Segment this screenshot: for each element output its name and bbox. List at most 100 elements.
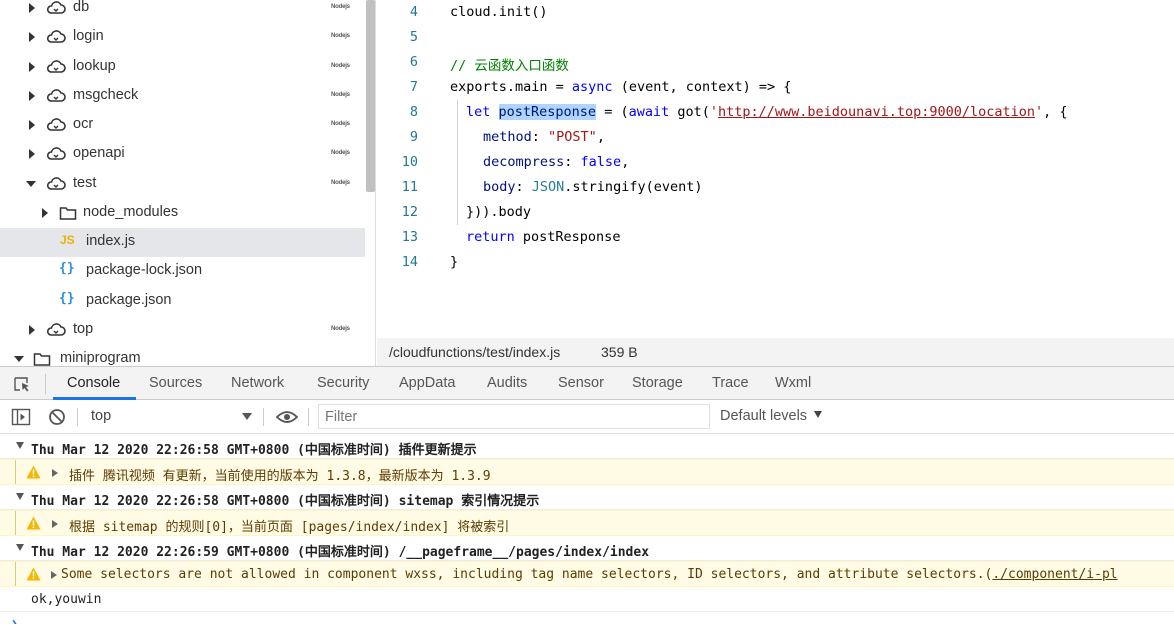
chevron-down-icon[interactable] <box>14 356 24 362</box>
group-title: Thu Mar 12 2020 22:26:58 GMT+0800 (中国标准时… <box>31 494 540 509</box>
console-group-header[interactable]: Thu Mar 12 2020 22:26:58 GMT+0800 (中国标准时… <box>0 485 1174 510</box>
console-group-header[interactable]: Thu Mar 12 2020 22:26:59 GMT+0800 (中国标准时… <box>0 536 1174 561</box>
console-messages: Thu Mar 12 2020 22:26:58 GMT+0800 (中国标准时… <box>0 434 1174 624</box>
expand-triangle-icon[interactable] <box>16 442 24 449</box>
tab-console[interactable]: Console <box>67 375 120 391</box>
tree-item-db[interactable]: db Nodejs <box>0 0 365 23</box>
code-line: 12 })).body <box>377 200 1174 225</box>
chevron-right-icon[interactable] <box>29 91 35 101</box>
file-tree: db Nodejs login Nodejs lookup Nodejs msg… <box>0 0 376 366</box>
console-warning[interactable]: Some selectors are not allowed in compon… <box>0 561 1174 587</box>
nodejs-badge: Nodejs <box>331 33 350 39</box>
tab-storage[interactable]: Storage <box>632 375 683 391</box>
group-title: Thu Mar 12 2020 22:26:58 GMT+0800 (中国标准时… <box>31 443 477 458</box>
tree-item-top[interactable]: top Nodejs <box>0 316 365 345</box>
chevron-down-icon[interactable] <box>26 181 36 187</box>
nodejs-badge: Nodejs <box>331 4 350 10</box>
expand-triangle-icon[interactable] <box>16 493 24 500</box>
console-warning[interactable]: 根据 sitemap 的规则[0]，当前页面 [pages/index/inde… <box>0 510 1174 536</box>
tree-item-label: test <box>73 175 97 191</box>
context-selector[interactable]: top <box>91 408 111 424</box>
sidebar-toggle-icon[interactable] <box>11 408 31 426</box>
tree-item-index-js[interactable]: JS index.js <box>0 228 365 257</box>
tab-security[interactable]: Security <box>317 375 369 391</box>
group-indent-bar <box>15 460 16 484</box>
chevron-right-icon[interactable] <box>29 32 35 42</box>
editor-status-bar: /cloudfunctions/test/index.js 359 B <box>377 338 1174 366</box>
code-text: method: "POST", <box>483 129 605 145</box>
code-line: 10 decompress: false, <box>377 150 1174 175</box>
cloud-folder-icon <box>46 323 66 336</box>
tab-sources[interactable]: Sources <box>149 375 202 391</box>
tree-item-node-modules[interactable]: node_modules <box>0 199 365 228</box>
chevron-right-icon[interactable] <box>29 62 35 72</box>
code-line: 14 } <box>377 250 1174 275</box>
log-levels-dropdown[interactable]: Default levels <box>720 408 807 424</box>
toolbar-separator <box>308 408 309 426</box>
tree-item-package-lock-json[interactable]: {} package-lock.json <box>0 257 365 286</box>
inspect-element-icon[interactable] <box>13 376 31 392</box>
caret-down-icon[interactable] <box>242 413 252 420</box>
expand-triangle-icon[interactable] <box>52 520 58 528</box>
line-number: 11 <box>401 179 418 195</box>
expand-triangle-icon[interactable] <box>51 571 57 579</box>
folder-icon <box>59 207 77 220</box>
tab-appdata[interactable]: AppData <box>399 375 455 391</box>
tree-scrollbar[interactable] <box>366 0 375 192</box>
line-number: 5 <box>409 29 418 45</box>
tree-item-label: login <box>73 28 104 44</box>
caret-down-icon[interactable] <box>814 411 822 418</box>
eye-icon[interactable] <box>276 410 298 424</box>
console-group-header[interactable]: Thu Mar 12 2020 22:26:58 GMT+0800 (中国标准时… <box>0 434 1174 459</box>
folder-open-icon <box>33 353 51 366</box>
code-line: 6 // 云函数入口函数 <box>377 50 1174 75</box>
code-line: 7 exports.main = async (event, context) … <box>377 75 1174 100</box>
tab-sensor[interactable]: Sensor <box>558 375 604 391</box>
expand-triangle-icon[interactable] <box>16 544 24 551</box>
devtools-tab-bar: Console Sources Network Security AppData… <box>0 366 1174 400</box>
code-comment: // 云函数入口函数 <box>450 58 569 74</box>
code-editor[interactable]: 4 cloud.init() 5 6 // 云函数入口函数 7 exports.… <box>377 0 1174 338</box>
cloud-folder-icon <box>46 1 66 14</box>
group-indent-bar <box>15 562 16 586</box>
clear-console-icon[interactable] <box>48 408 66 426</box>
code-text: } <box>450 254 459 270</box>
tree-item-openapi[interactable]: openapi Nodejs <box>0 140 365 169</box>
tree-item-ocr[interactable]: ocr Nodejs <box>0 111 365 140</box>
chevron-right-icon[interactable] <box>29 120 35 130</box>
tab-separator <box>45 374 46 394</box>
tree-item-label: msgcheck <box>73 87 139 103</box>
tree-item-login[interactable]: login Nodejs <box>0 23 365 52</box>
filter-input[interactable] <box>318 404 710 429</box>
tab-trace[interactable]: Trace <box>712 375 749 391</box>
nodejs-badge: Nodejs <box>331 92 350 98</box>
tree-item-label: db <box>73 0 90 15</box>
warning-icon <box>26 465 41 479</box>
source-link[interactable]: ./component/i-pl <box>992 567 1117 582</box>
tree-item-test[interactable]: test Nodejs <box>0 170 365 199</box>
line-number: 10 <box>401 154 418 170</box>
tree-item-msgcheck[interactable]: msgcheck Nodejs <box>0 82 365 111</box>
tree-item-miniprogram[interactable]: miniprogram <box>0 345 365 366</box>
code-text: body: JSON.stringify(event) <box>483 179 703 195</box>
tab-wxml[interactable]: Wxml <box>775 375 811 391</box>
code-text: return postResponse <box>466 229 621 245</box>
line-number: 6 <box>409 54 418 70</box>
chevron-right-icon[interactable] <box>42 208 48 218</box>
chevron-right-icon[interactable] <box>29 325 35 335</box>
warning-text: Some selectors are not allowed in compon… <box>61 567 1118 582</box>
chevron-right-icon[interactable] <box>29 3 35 13</box>
console-prompt-icon[interactable]: ❯ <box>11 617 18 624</box>
tree-item-package-json[interactable]: {} package.json <box>0 287 365 316</box>
chevron-right-icon[interactable] <box>29 149 35 159</box>
url-link[interactable]: http://www.beidounavi.top:9000/location <box>718 104 1035 120</box>
tree-item-label: miniprogram <box>60 350 141 366</box>
console-warning[interactable]: 插件 腾讯视频 有更新，当前使用的版本为 1.3.8，最新版本为 1.3.9 <box>0 459 1174 485</box>
js-file-icon: JS <box>60 233 75 247</box>
nodejs-badge: Nodejs <box>331 150 350 156</box>
expand-triangle-icon[interactable] <box>52 469 58 477</box>
tab-network[interactable]: Network <box>231 375 284 391</box>
tab-audits[interactable]: Audits <box>487 375 527 391</box>
tree-item-lookup[interactable]: lookup Nodejs <box>0 53 365 82</box>
line-number: 9 <box>409 129 418 145</box>
